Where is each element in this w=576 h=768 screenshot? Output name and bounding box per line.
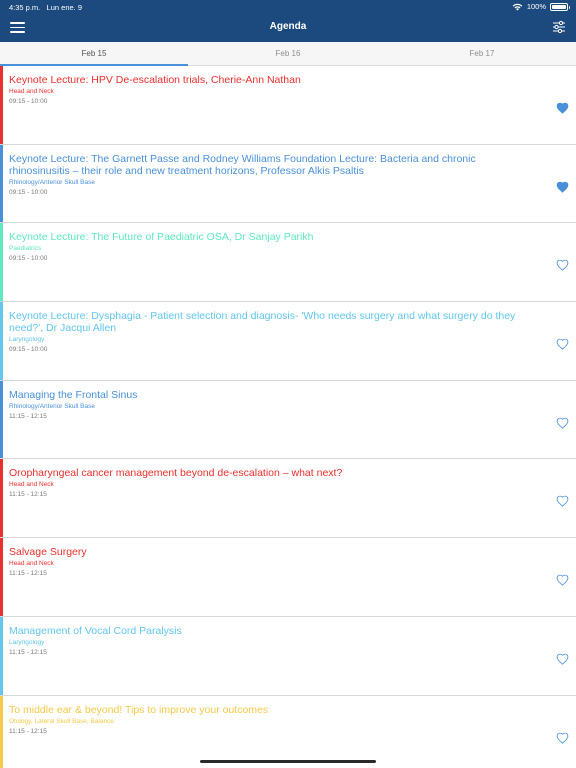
session-category: Laryngology bbox=[9, 638, 45, 646]
session-body: Keynote Lecture: HPV De-escalation trial… bbox=[9, 74, 539, 107]
session-category: Head and Neck bbox=[9, 481, 54, 489]
tab-feb-17[interactable]: Feb 17 bbox=[388, 42, 576, 65]
session-category: Otology, Lateral Skull Base, Balance bbox=[9, 717, 115, 725]
battery-icon bbox=[550, 2, 570, 11]
heart-outline-icon[interactable] bbox=[556, 495, 569, 508]
session-time: 09:15 - 10:00 bbox=[9, 188, 48, 196]
session-time: 11:15 - 12:15 bbox=[9, 491, 47, 499]
heart-outline-icon[interactable] bbox=[556, 653, 569, 665]
session-category: Paediatrics bbox=[9, 245, 42, 253]
category-color-bar bbox=[0, 538, 3, 616]
status-date: Lun ene. 9 bbox=[46, 3, 82, 12]
session-body: Keynote Lecture: Dysphagia - Patient sel… bbox=[9, 310, 539, 355]
session-title: Keynote Lecture: Dysphagia - Patient sel… bbox=[9, 310, 516, 335]
battery-fill bbox=[552, 4, 566, 9]
session-body: Keynote Lecture: The Future of Paediatri… bbox=[9, 231, 539, 264]
session-category: Rhinology/Anterior Skull Base bbox=[9, 402, 95, 410]
heart-outline-icon[interactable] bbox=[556, 417, 569, 429]
category-color-bar bbox=[0, 459, 3, 538]
heart-outline-icon[interactable] bbox=[556, 732, 569, 744]
category-color-bar bbox=[0, 380, 3, 459]
tab-label: Feb 17 bbox=[469, 49, 495, 58]
tab-label: Feb 15 bbox=[81, 49, 107, 58]
session-title: Oropharyngeal cancer management beyond d… bbox=[9, 467, 343, 480]
session-time: 09:15 - 10:00 bbox=[9, 98, 48, 105]
session-title: Keynote Lecture: HPV De-escalation trial… bbox=[9, 74, 301, 86]
session-category: Laryngology bbox=[9, 336, 45, 344]
session-body: Management of Vocal Cord Paralysis Laryng… bbox=[9, 625, 539, 658]
heart-outline-icon[interactable] bbox=[556, 259, 569, 272]
session-time: 09:15 - 10:00 bbox=[9, 255, 48, 263]
session-time: 11:15 - 12:15 bbox=[9, 412, 47, 420]
session-row[interactable]: Keynote Lecture: The Future of Paediatri… bbox=[0, 223, 576, 303]
session-title: Managing the Frontal Sinus bbox=[9, 388, 138, 401]
session-title: Keynote Lecture: The Future of Paediatri… bbox=[9, 231, 314, 244]
tab-feb-15[interactable]: Feb 15 bbox=[0, 42, 188, 66]
session-body: Salvage Surgery Head and Neck 11:15 - 12:1… bbox=[9, 546, 539, 579]
heart-outline-icon[interactable] bbox=[556, 574, 569, 586]
session-category: Head and Neck bbox=[9, 88, 54, 95]
sliders-filter-icon[interactable] bbox=[552, 20, 566, 34]
heart-outline-icon[interactable] bbox=[556, 338, 569, 350]
category-color-bar bbox=[0, 616, 3, 695]
session-body: Managing the Frontal Sinus Rhinology/Ante… bbox=[9, 389, 539, 422]
session-row[interactable]: To middle ear & beyond! Tips to improve … bbox=[0, 695, 576, 768]
session-time: 11:15 - 12:15 bbox=[9, 648, 47, 656]
session-body: Oropharyngeal cancer management beyond d… bbox=[9, 467, 539, 500]
session-category: Head and Neck bbox=[9, 560, 54, 568]
category-color-bar bbox=[0, 302, 3, 380]
session-title: Keynote Lecture: The Garnett Passe and R… bbox=[9, 152, 476, 177]
session-title: Management of Vocal Cord Paralysis bbox=[9, 624, 182, 637]
session-time: 09:15 - 10:00 bbox=[9, 346, 48, 354]
home-indicator[interactable] bbox=[200, 760, 376, 763]
heart-filled-icon[interactable] bbox=[556, 181, 569, 193]
category-color-bar bbox=[0, 223, 3, 302]
page-title: Agenda bbox=[269, 21, 307, 32]
session-title: Salvage Surgery bbox=[9, 546, 87, 559]
category-color-bar bbox=[0, 144, 3, 223]
session-time: 11:15 - 12:15 bbox=[9, 727, 47, 735]
tab-label: Feb 16 bbox=[275, 49, 301, 58]
session-row[interactable]: Salvage Surgery Head and Neck 11:15 - 12:1… bbox=[0, 538, 576, 617]
status-right: 100% bbox=[512, 2, 570, 11]
session-category: Rhinology/Anterior Skull Base bbox=[9, 178, 95, 186]
date-tabs: Feb 15 Feb 16 Feb 17 bbox=[0, 42, 576, 66]
session-body: Keynote Lecture: The Garnett Passe and R… bbox=[9, 153, 539, 198]
session-body: To middle ear & beyond! Tips to improve … bbox=[9, 704, 539, 737]
session-row[interactable]: Keynote Lecture: HPV De-escalation trial… bbox=[0, 66, 576, 145]
category-color-bar bbox=[0, 66, 3, 144]
session-time: 11:15 - 12:15 bbox=[9, 570, 47, 578]
heart-filled-icon[interactable] bbox=[556, 102, 569, 114]
wifi-icon bbox=[512, 3, 523, 10]
tab-feb-16[interactable]: Feb 16 bbox=[194, 42, 382, 65]
app-header: 4:35 p.m. Lun ene. 9 100% Agenda bbox=[0, 0, 576, 42]
session-row[interactable]: Managing the Frontal Sinus Rhinology/Ante… bbox=[0, 380, 576, 460]
session-title: To middle ear & beyond! Tips to improve … bbox=[9, 703, 269, 716]
status-clock: 4:35 p.m. bbox=[9, 3, 41, 12]
session-row[interactable]: Management of Vocal Cord Paralysis Laryng… bbox=[0, 616, 576, 696]
category-color-bar bbox=[0, 695, 3, 768]
session-row[interactable]: Keynote Lecture: Dysphagia - Patient sel… bbox=[0, 302, 576, 381]
status-bar: 4:35 p.m. Lun ene. 9 100% bbox=[0, 0, 576, 14]
battery-percent: 100% bbox=[526, 2, 546, 11]
session-list: Keynote Lecture: HPV De-escalation trial… bbox=[0, 66, 576, 768]
status-time: 4:35 p.m. Lun ene. 9 bbox=[9, 3, 82, 12]
session-row[interactable]: Oropharyngeal cancer management beyond d… bbox=[0, 459, 576, 539]
session-row[interactable]: Keynote Lecture: The Garnett Passe and R… bbox=[0, 144, 576, 224]
